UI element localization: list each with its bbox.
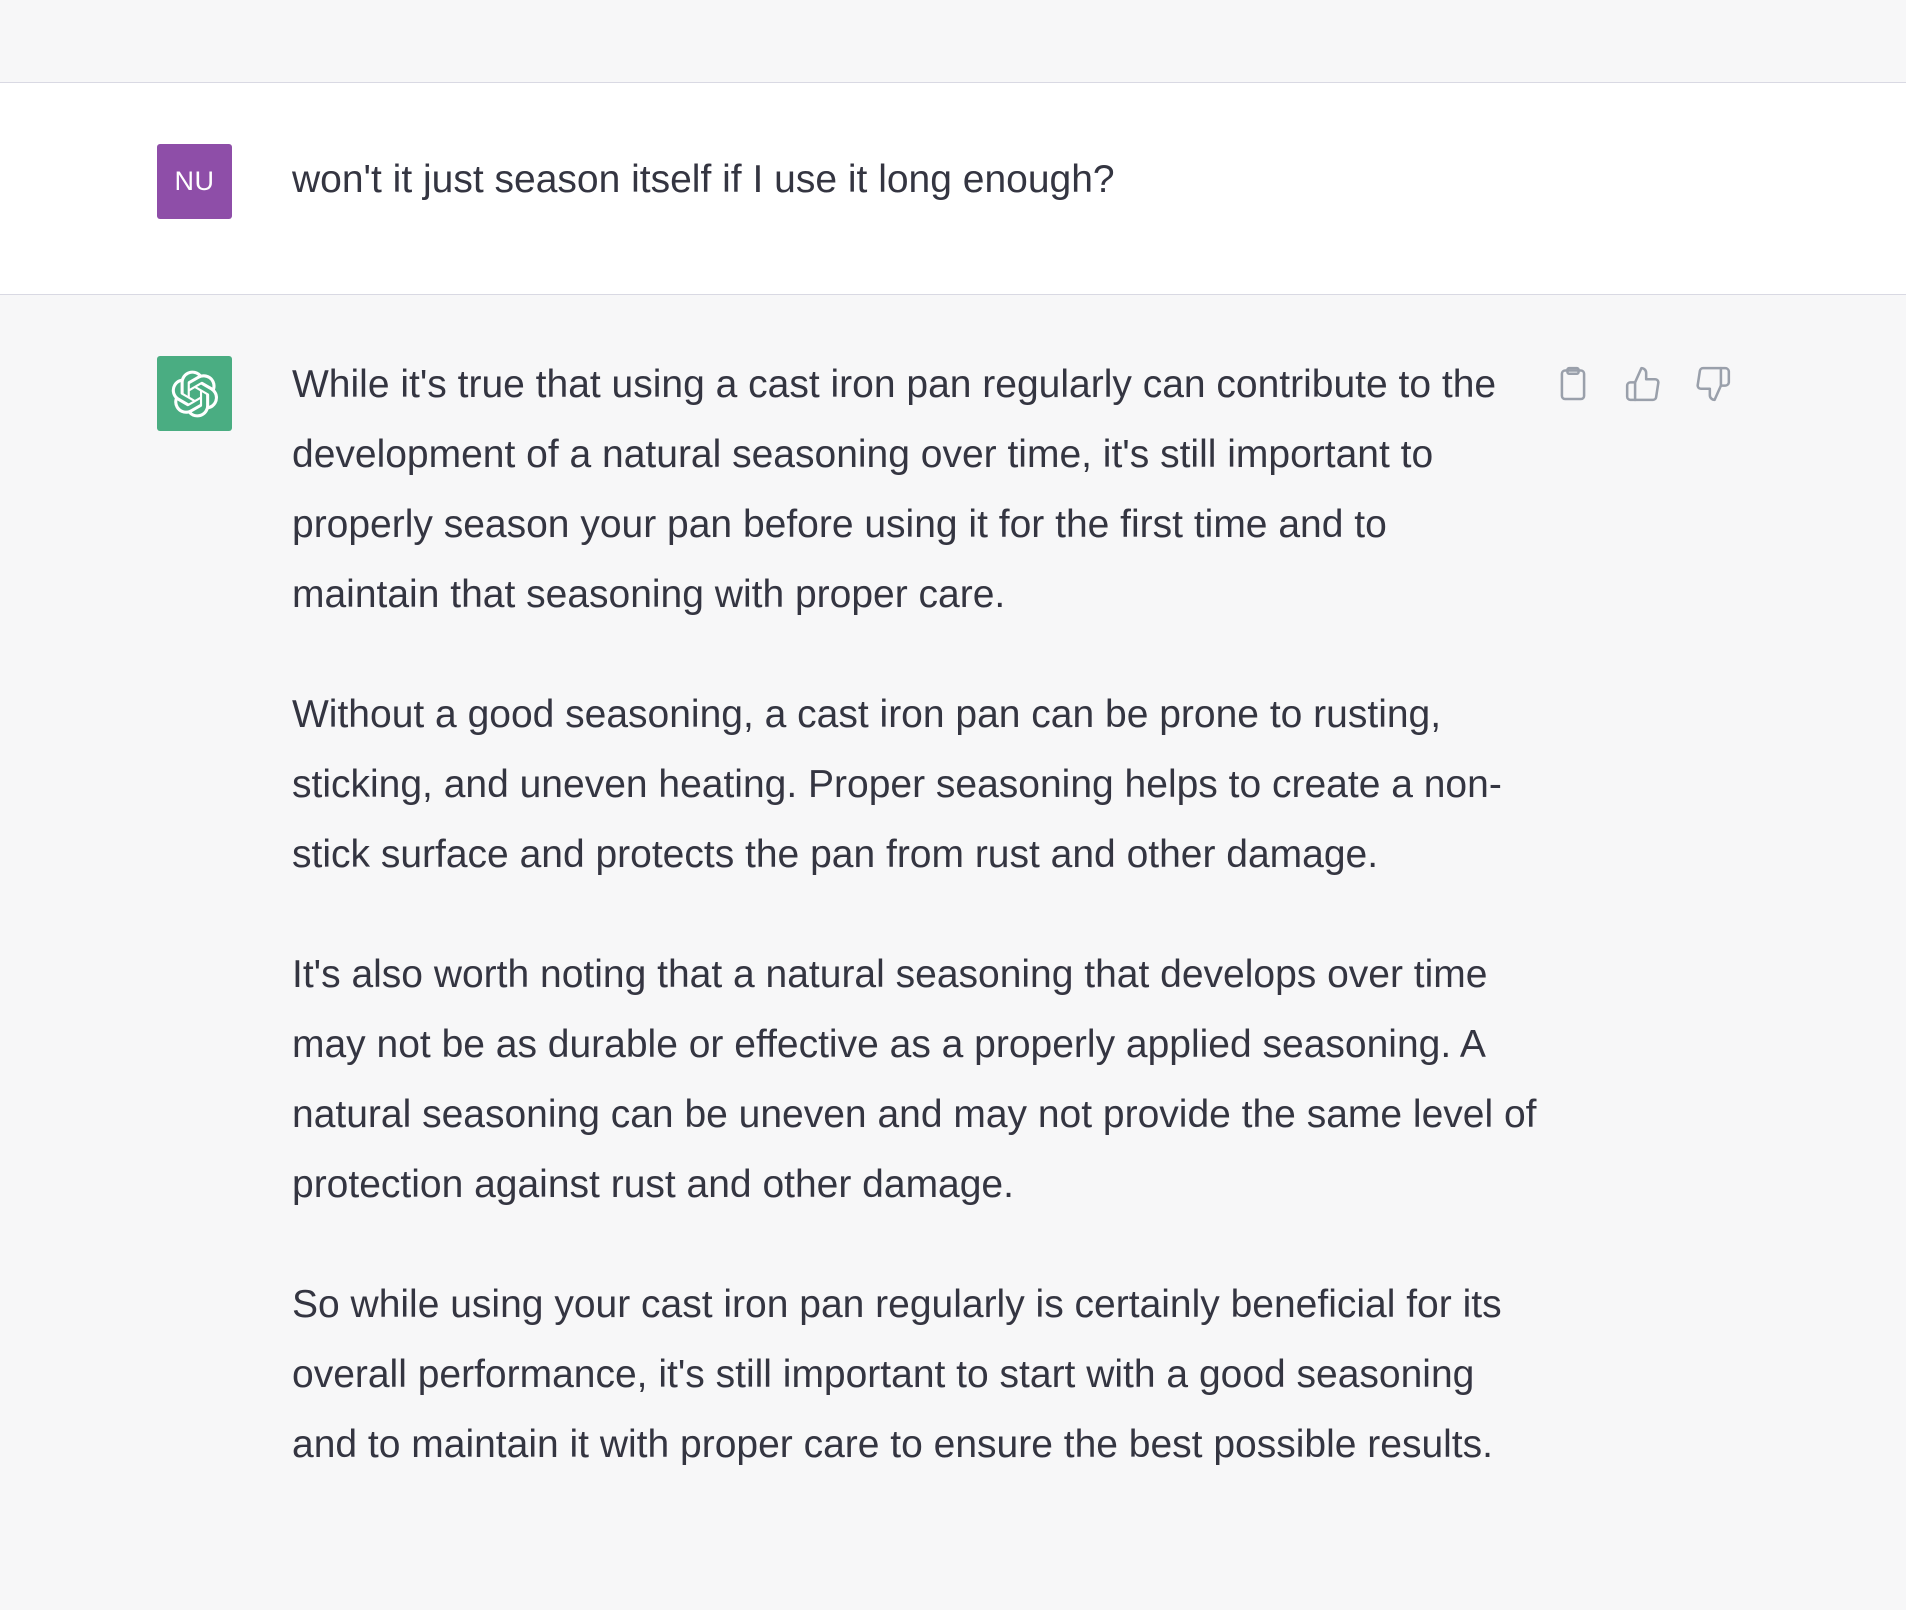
thumbs-down-icon [1696,366,1731,402]
message-actions [1553,363,1733,405]
assistant-message-content: While it's true that using a cast iron p… [292,350,1542,1480]
user-avatar: NU [157,144,232,219]
thumbs-up-button[interactable] [1623,363,1663,405]
user-message-row: NU won't it just season itself if I use … [0,83,1906,295]
user-message-text: won't it just season itself if I use it … [292,158,1115,201]
assistant-avatar [157,356,232,431]
thumbs-up-icon [1625,366,1660,402]
clipboard-icon [1560,366,1586,401]
top-header-strip [0,0,1906,83]
thumbs-down-button[interactable] [1693,363,1733,405]
copy-button[interactable] [1553,363,1593,405]
answer-paragraph: Without a good seasoning, a cast iron pa… [292,693,1502,876]
answer-paragraph: While it's true that using a cast iron p… [292,363,1497,616]
answer-paragraph: So while using your cast iron pan regula… [292,1283,1502,1466]
assistant-message-row: While it's true that using a cast iron p… [0,295,1906,1610]
answer-paragraph: It's also worth noting that a natural se… [292,953,1537,1206]
openai-logo-icon [171,370,218,417]
